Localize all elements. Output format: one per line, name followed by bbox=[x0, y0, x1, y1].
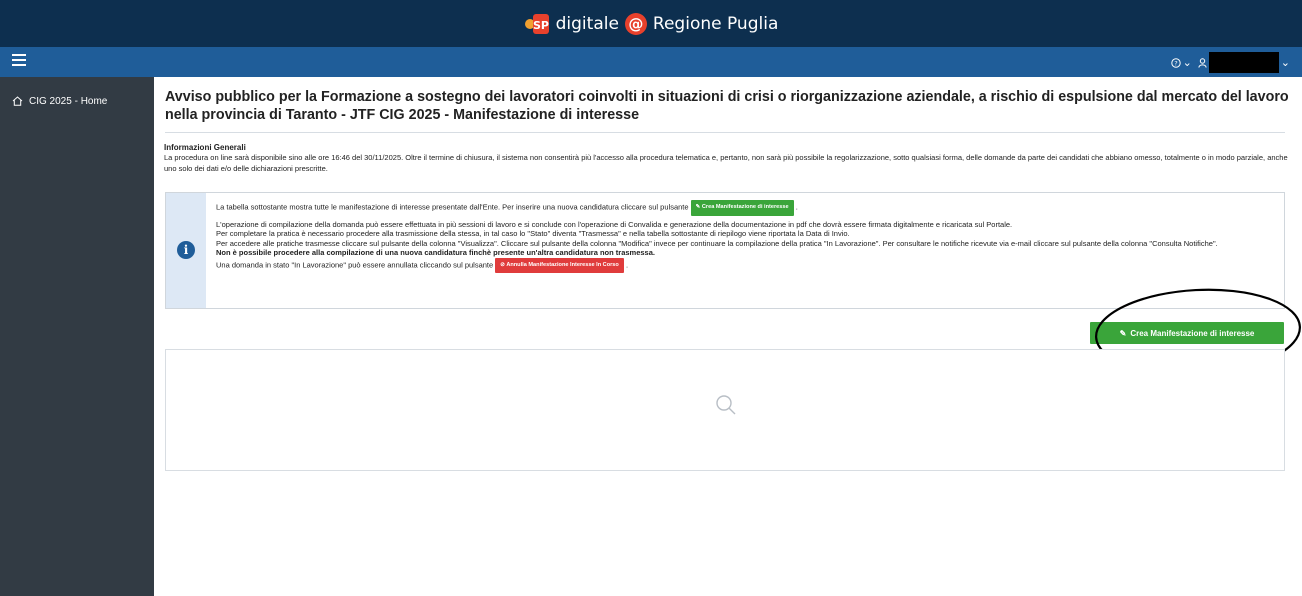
info-line-2: L'operazione di compilazione della doman… bbox=[216, 219, 1013, 229]
cancel-interest-inline-button[interactable]: ⊘ Annulla Manifestazione Interesse In Co… bbox=[495, 257, 624, 273]
info-line-1-text: La tabella sottostante mostra tutte le m… bbox=[216, 202, 689, 212]
sp-logo-text: SP bbox=[533, 19, 549, 32]
sidebar: CIG 2025 - Home bbox=[0, 77, 154, 596]
brand-text-digitale: digitale bbox=[555, 13, 619, 34]
info-line-3: Per completare la pratica è necessario p… bbox=[216, 229, 850, 238]
general-info-title: Informazioni Generali bbox=[164, 143, 246, 152]
user-name-redacted bbox=[1208, 52, 1279, 73]
general-info-text: La procedura on line sarà disponibile si… bbox=[164, 153, 1288, 173]
info-alert-body: La tabella sottostante mostra tutte le m… bbox=[216, 200, 1281, 273]
top-banner: SP digitale @ Regione Puglia bbox=[0, 0, 1302, 47]
create-interest-inline-button[interactable]: ✎ Crea Manifestazione di interesse bbox=[690, 200, 794, 216]
question-circle-icon: ? bbox=[1170, 57, 1181, 68]
create-interest-inline-label: Crea Manifestazione di interesse bbox=[701, 204, 789, 210]
help-caret-icon: ⌄ bbox=[1182, 57, 1192, 69]
info-line-1-end: . bbox=[795, 202, 798, 212]
info-line-1: La tabella sottostante mostra tutte le m… bbox=[216, 200, 1281, 216]
sp-logo-icon: SP bbox=[524, 12, 550, 36]
applications-table-empty bbox=[165, 349, 1285, 471]
brand-text-regione: Regione Puglia bbox=[652, 13, 779, 34]
brand-logo[interactable]: SP digitale @ Regione Puglia bbox=[524, 12, 779, 36]
info-line-6: Una domanda in stato "In Lavorazione" pu… bbox=[216, 257, 1281, 273]
main-content: Avviso pubblico per la Formazione a sost… bbox=[154, 77, 1302, 596]
nav-right: ? ⌄ ⌄ bbox=[1170, 52, 1290, 73]
user-menu[interactable]: ⌄ bbox=[1198, 52, 1290, 73]
brand-at-icon: @ bbox=[624, 12, 647, 35]
menu-toggle-icon[interactable] bbox=[12, 54, 26, 68]
title-divider bbox=[165, 132, 1285, 133]
info-line-6-text: Una domanda in stato "In Lavorazione" pu… bbox=[216, 260, 494, 270]
info-alert-side: i bbox=[166, 193, 206, 308]
info-line-6-end: . bbox=[625, 260, 629, 270]
user-icon bbox=[1198, 57, 1207, 68]
navbar: ? ⌄ ⌄ bbox=[0, 47, 1302, 77]
info-line-5: Non è possibile procedere alla compilazi… bbox=[216, 248, 655, 257]
user-caret-icon: ⌄ bbox=[1280, 57, 1290, 69]
help-menu[interactable]: ? ⌄ bbox=[1170, 56, 1192, 69]
search-icon bbox=[716, 395, 736, 415]
page-title: Avviso pubblico per la Formazione a sost… bbox=[165, 89, 1289, 123]
cancel-interest-inline-label: Annulla Manifestazione Interesse In Cors… bbox=[506, 261, 619, 268]
home-icon bbox=[12, 96, 23, 106]
info-icon: i bbox=[177, 241, 195, 259]
sidebar-item-home[interactable]: CIG 2025 - Home bbox=[0, 89, 154, 113]
info-line-4: Per accedere alle pratiche trasmesse cli… bbox=[216, 238, 1218, 248]
svg-text:?: ? bbox=[1174, 59, 1177, 67]
sidebar-item-label: CIG 2025 - Home bbox=[29, 95, 108, 107]
